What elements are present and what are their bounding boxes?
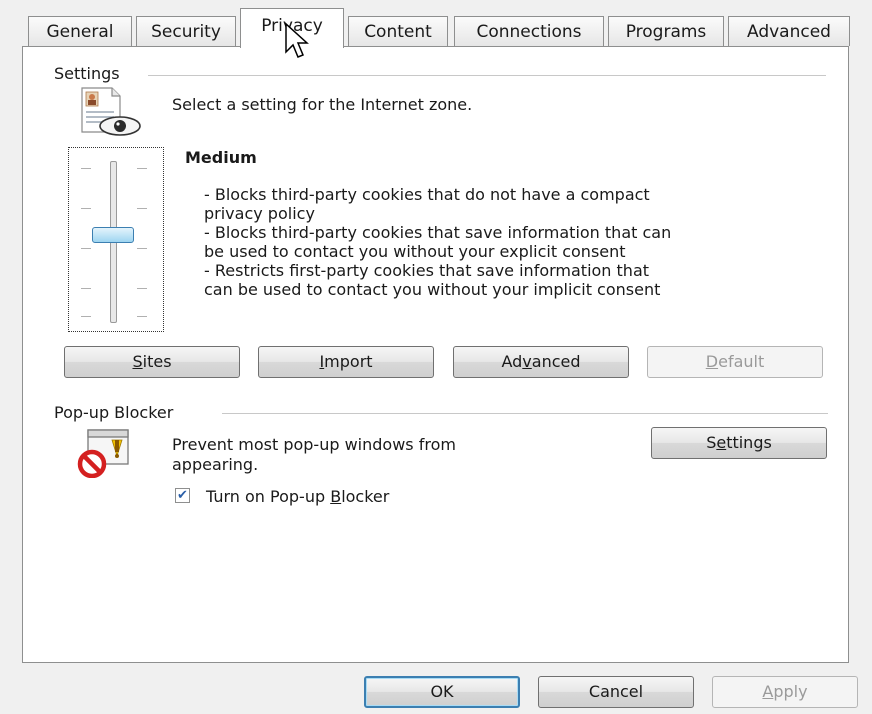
import-button[interactable]: Import bbox=[258, 346, 434, 378]
cancel-button[interactable]: Cancel bbox=[538, 676, 694, 708]
slider-tick bbox=[81, 168, 91, 169]
popup-blocker-group-rule bbox=[222, 413, 828, 414]
settings-group-rule bbox=[148, 75, 826, 76]
privacy-level-slider[interactable] bbox=[68, 147, 164, 332]
slider-tick bbox=[137, 168, 147, 169]
sites-button[interactable]: Sites bbox=[64, 346, 240, 378]
tab-security[interactable]: Security bbox=[136, 16, 236, 46]
mouse-cursor-icon bbox=[285, 22, 309, 58]
privacy-description-line: privacy policy bbox=[204, 204, 315, 223]
privacy-description-line: - Blocks third-party cookies that do not… bbox=[204, 185, 650, 204]
slider-tick bbox=[81, 248, 91, 249]
tab-general[interactable]: General bbox=[28, 16, 132, 46]
privacy-document-icon bbox=[81, 87, 141, 136]
slider-tick bbox=[137, 248, 147, 249]
slider-tick bbox=[81, 208, 91, 209]
slider-tick bbox=[81, 316, 91, 317]
settings-group-label: Settings bbox=[54, 64, 128, 83]
default-button[interactable]: Default bbox=[647, 346, 823, 378]
popup-blocker-group-label: Pop-up Blocker bbox=[54, 403, 182, 422]
apply-button[interactable]: Apply bbox=[712, 676, 858, 708]
ok-button[interactable]: OK bbox=[364, 676, 520, 708]
advanced-button[interactable]: Advanced bbox=[453, 346, 629, 378]
checkmark-icon: ✔ bbox=[177, 488, 188, 503]
popup-blocker-checkbox[interactable]: ✔ bbox=[175, 488, 190, 503]
tab-connections[interactable]: Connections bbox=[454, 16, 604, 46]
slider-tick bbox=[81, 288, 91, 289]
privacy-level-title: Medium bbox=[185, 148, 257, 167]
privacy-description-line: - Restricts first-party cookies that sav… bbox=[204, 261, 650, 280]
slider-tick bbox=[137, 316, 147, 317]
popup-blocked-icon bbox=[77, 429, 129, 478]
popup-description-line1: Prevent most pop-up windows from bbox=[172, 435, 456, 454]
popup-settings-button[interactable]: Settings bbox=[651, 427, 827, 459]
slider-tick bbox=[137, 288, 147, 289]
slider-tick bbox=[137, 208, 147, 209]
zone-instruction-text: Select a setting for the Internet zone. bbox=[172, 95, 473, 114]
tab-advanced[interactable]: Advanced bbox=[728, 16, 850, 46]
tab-content[interactable]: Content bbox=[348, 16, 448, 46]
privacy-description-line: - Blocks third-party cookies that save i… bbox=[204, 223, 672, 242]
tab-programs[interactable]: Programs bbox=[608, 16, 724, 46]
slider-thumb[interactable] bbox=[92, 226, 134, 243]
popup-description-line2: appearing. bbox=[172, 455, 259, 474]
popup-blocker-checkbox-label[interactable]: Turn on Pop-up Blocker bbox=[206, 488, 389, 505]
privacy-description-line: be used to contact you without your expl… bbox=[204, 242, 626, 261]
privacy-description-line: can be used to contact you without your … bbox=[204, 280, 661, 299]
